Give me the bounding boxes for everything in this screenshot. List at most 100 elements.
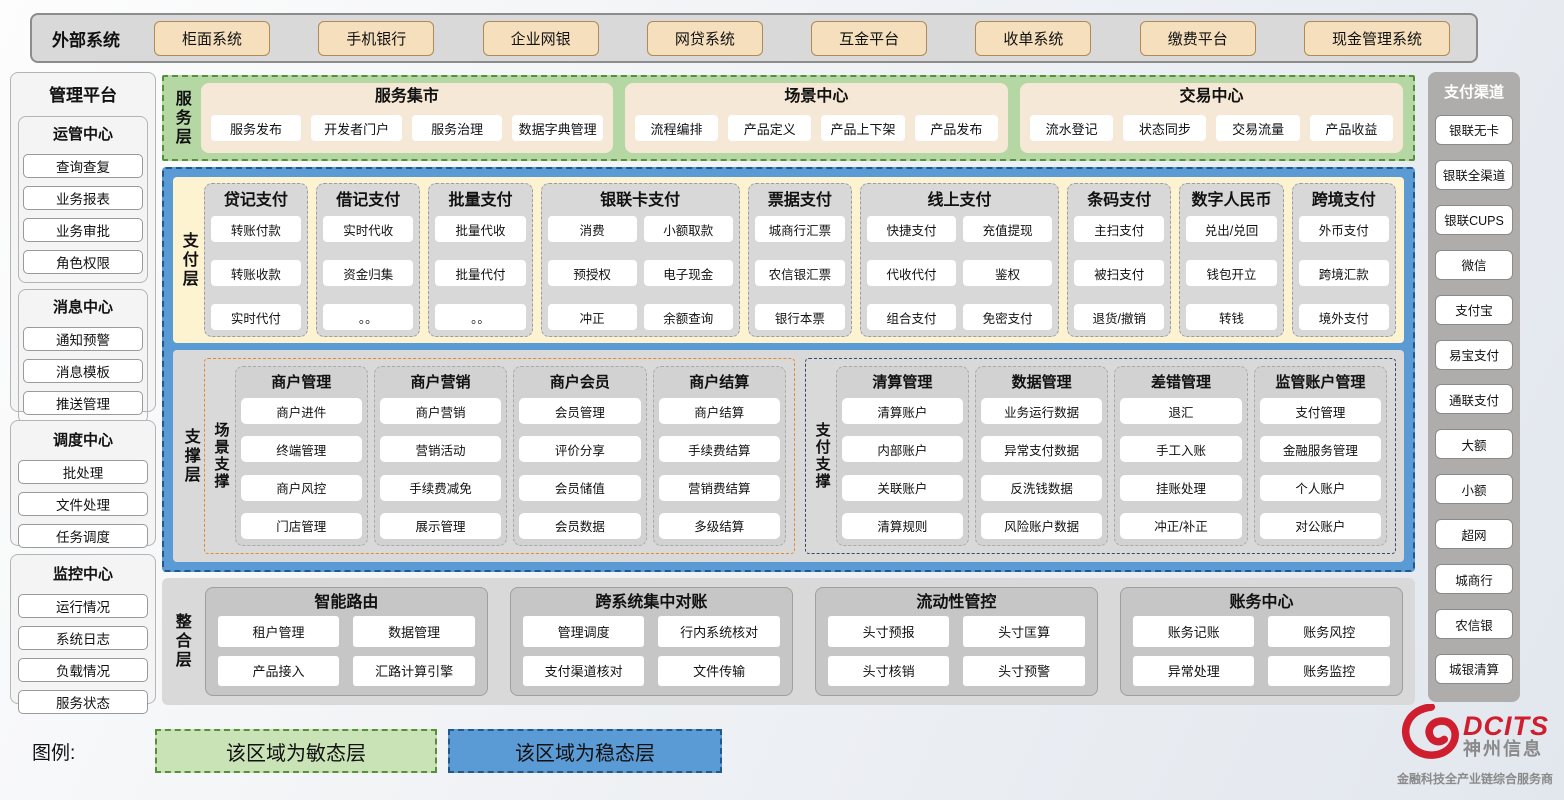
- management-item-button[interactable]: 负载情况: [18, 658, 148, 682]
- support-item-button[interactable]: 金融服务管理: [1260, 436, 1381, 462]
- support-item-button[interactable]: 业务运行数据: [981, 398, 1102, 424]
- support-item-button[interactable]: 营销费结算: [659, 475, 780, 501]
- payment-item-button[interactable]: 鉴权: [963, 260, 1052, 286]
- integration-item-button[interactable]: 账务风控: [1268, 616, 1390, 647]
- support-item-button[interactable]: 支付管理: [1260, 398, 1381, 424]
- support-item-button[interactable]: 多级结算: [659, 513, 780, 539]
- external-system-button[interactable]: 网贷系统: [647, 21, 763, 56]
- payment-item-button[interactable]: 代收代付: [867, 260, 956, 286]
- support-item-button[interactable]: 关联账户: [842, 475, 963, 501]
- support-item-button[interactable]: 手续费结算: [659, 436, 780, 462]
- management-item-button[interactable]: 业务报表: [23, 186, 143, 210]
- payment-channel-button[interactable]: 超网: [1435, 519, 1513, 549]
- external-system-button[interactable]: 企业网银: [483, 21, 599, 56]
- payment-item-button[interactable]: 钱包开立: [1186, 260, 1276, 286]
- integration-item-button[interactable]: 账务记账: [1133, 616, 1255, 647]
- support-item-button[interactable]: 会员储值: [519, 475, 640, 501]
- payment-channel-button[interactable]: 城商行: [1435, 564, 1513, 594]
- payment-item-button[interactable]: 批量代付: [435, 260, 525, 286]
- external-system-button[interactable]: 收单系统: [975, 21, 1091, 56]
- payment-item-button[interactable]: 境外支付: [1299, 304, 1389, 330]
- payment-item-button[interactable]: 转账收款: [211, 260, 301, 286]
- payment-item-button[interactable]: 外币支付: [1299, 216, 1389, 242]
- payment-item-button[interactable]: 实时代付: [211, 304, 301, 330]
- support-item-button[interactable]: 反洗钱数据: [981, 475, 1102, 501]
- integration-item-button[interactable]: 产品接入: [218, 656, 340, 687]
- support-item-button[interactable]: 会员数据: [519, 513, 640, 539]
- integration-item-button[interactable]: 头寸核销: [828, 656, 950, 687]
- management-item-button[interactable]: 任务调度: [18, 524, 148, 548]
- payment-item-button[interactable]: 退货/撤销: [1074, 304, 1164, 330]
- payment-channel-button[interactable]: 城银清算: [1435, 654, 1513, 684]
- payment-item-button[interactable]: 余额查询: [644, 304, 733, 330]
- service-item-button[interactable]: 服务治理: [412, 115, 503, 141]
- management-item-button[interactable]: 运行情况: [18, 594, 148, 618]
- support-item-button[interactable]: 冲正/补正: [1120, 513, 1241, 539]
- management-item-button[interactable]: 批处理: [18, 460, 148, 484]
- service-item-button[interactable]: 产品发布: [915, 115, 998, 141]
- external-system-button[interactable]: 手机银行: [318, 21, 434, 56]
- management-item-button[interactable]: 通知预警: [23, 327, 143, 351]
- integration-item-button[interactable]: 异常处理: [1133, 656, 1255, 687]
- external-system-button[interactable]: 柜面系统: [154, 21, 270, 56]
- support-item-button[interactable]: 挂账处理: [1120, 475, 1241, 501]
- payment-item-button[interactable]: 转钱: [1186, 304, 1276, 330]
- support-item-button[interactable]: 展示管理: [380, 513, 501, 539]
- payment-channel-button[interactable]: 易宝支付: [1435, 340, 1513, 370]
- payment-item-button[interactable]: 充值提现: [963, 216, 1052, 242]
- payment-item-button[interactable]: 兑出/兑回: [1186, 216, 1276, 242]
- integration-item-button[interactable]: 管理调度: [523, 616, 645, 647]
- integration-item-button[interactable]: 汇路计算引擎: [353, 656, 475, 687]
- payment-item-button[interactable]: 免密支付: [963, 304, 1052, 330]
- payment-item-button[interactable]: 。。: [323, 304, 413, 330]
- payment-item-button[interactable]: 。。: [435, 304, 525, 330]
- management-item-button[interactable]: 推送管理: [23, 391, 143, 415]
- management-item-button[interactable]: 系统日志: [18, 626, 148, 650]
- support-item-button[interactable]: 评价分享: [519, 436, 640, 462]
- payment-channel-button[interactable]: 小额: [1435, 474, 1513, 504]
- payment-item-button[interactable]: 批量代收: [435, 216, 525, 242]
- support-item-button[interactable]: 异常支付数据: [981, 436, 1102, 462]
- integration-item-button[interactable]: 数据管理: [353, 616, 475, 647]
- service-item-button[interactable]: 产品定义: [728, 115, 811, 141]
- support-item-button[interactable]: 门店管理: [241, 513, 362, 539]
- management-item-button[interactable]: 查询查复: [23, 154, 143, 178]
- support-item-button[interactable]: 风险账户数据: [981, 513, 1102, 539]
- service-item-button[interactable]: 产品收益: [1310, 115, 1393, 141]
- support-item-button[interactable]: 手工入账: [1120, 436, 1241, 462]
- payment-item-button[interactable]: 跨境汇款: [1299, 260, 1389, 286]
- service-item-button[interactable]: 交易流量: [1216, 115, 1299, 141]
- management-item-button[interactable]: 文件处理: [18, 492, 148, 516]
- management-item-button[interactable]: 角色权限: [23, 250, 143, 274]
- integration-item-button[interactable]: 头寸预报: [828, 616, 950, 647]
- payment-item-button[interactable]: 被扫支付: [1074, 260, 1164, 286]
- payment-channel-button[interactable]: 银联无卡: [1435, 115, 1513, 145]
- service-item-button[interactable]: 数据字典管理: [512, 115, 603, 141]
- integration-item-button[interactable]: 账务监控: [1268, 656, 1390, 687]
- management-item-button[interactable]: 消息模板: [23, 359, 143, 383]
- payment-channel-button[interactable]: 支付宝: [1435, 295, 1513, 325]
- support-item-button[interactable]: 退汇: [1120, 398, 1241, 424]
- support-item-button[interactable]: 对公账户: [1260, 513, 1381, 539]
- payment-item-button[interactable]: 预授权: [548, 260, 637, 286]
- support-item-button[interactable]: 手续费减免: [380, 475, 501, 501]
- payment-item-button[interactable]: 主扫支付: [1074, 216, 1164, 242]
- integration-item-button[interactable]: 头寸预警: [963, 656, 1085, 687]
- external-system-button[interactable]: 互金平台: [811, 21, 927, 56]
- payment-item-button[interactable]: 小额取款: [644, 216, 733, 242]
- payment-channel-button[interactable]: 通联支付: [1435, 384, 1513, 414]
- management-item-button[interactable]: 服务状态: [18, 690, 148, 714]
- integration-item-button[interactable]: 租户管理: [218, 616, 340, 647]
- payment-item-button[interactable]: 电子现金: [644, 260, 733, 286]
- payment-item-button[interactable]: 组合支付: [867, 304, 956, 330]
- payment-item-button[interactable]: 实时代收: [323, 216, 413, 242]
- payment-item-button[interactable]: 转账付款: [211, 216, 301, 242]
- integration-item-button[interactable]: 头寸匡算: [963, 616, 1085, 647]
- payment-channel-button[interactable]: 微信: [1435, 250, 1513, 280]
- support-item-button[interactable]: 清算账户: [842, 398, 963, 424]
- external-system-button[interactable]: 缴费平台: [1140, 21, 1256, 56]
- support-item-button[interactable]: 清算规则: [842, 513, 963, 539]
- payment-item-button[interactable]: 农信银汇票: [755, 260, 845, 286]
- support-item-button[interactable]: 商户结算: [659, 398, 780, 424]
- service-item-button[interactable]: 流程编排: [635, 115, 718, 141]
